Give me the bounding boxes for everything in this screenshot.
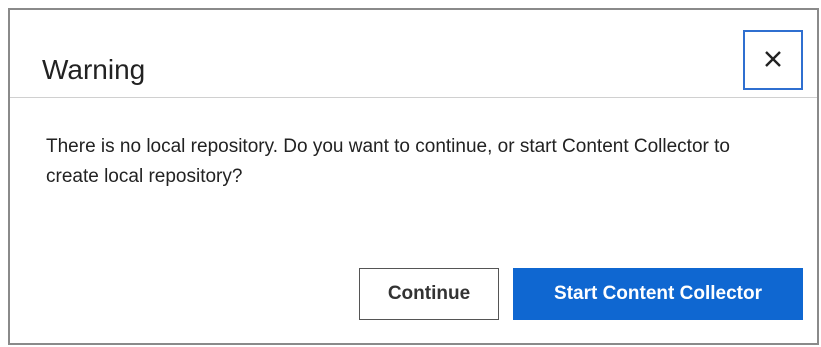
close-icon	[762, 48, 784, 73]
dialog-header: Warning	[10, 10, 817, 98]
dialog-footer: Continue Start Content Collector	[359, 268, 803, 320]
page-backdrop: Warning There is no local repository. Do…	[0, 0, 821, 347]
continue-button[interactable]: Continue	[359, 268, 499, 320]
dialog-message: There is no local repository. Do you wan…	[46, 136, 730, 187]
start-content-collector-button[interactable]: Start Content Collector	[513, 268, 803, 320]
warning-dialog: Warning There is no local repository. Do…	[8, 8, 819, 345]
dialog-title: Warning	[42, 54, 146, 85]
close-button[interactable]	[743, 30, 803, 90]
